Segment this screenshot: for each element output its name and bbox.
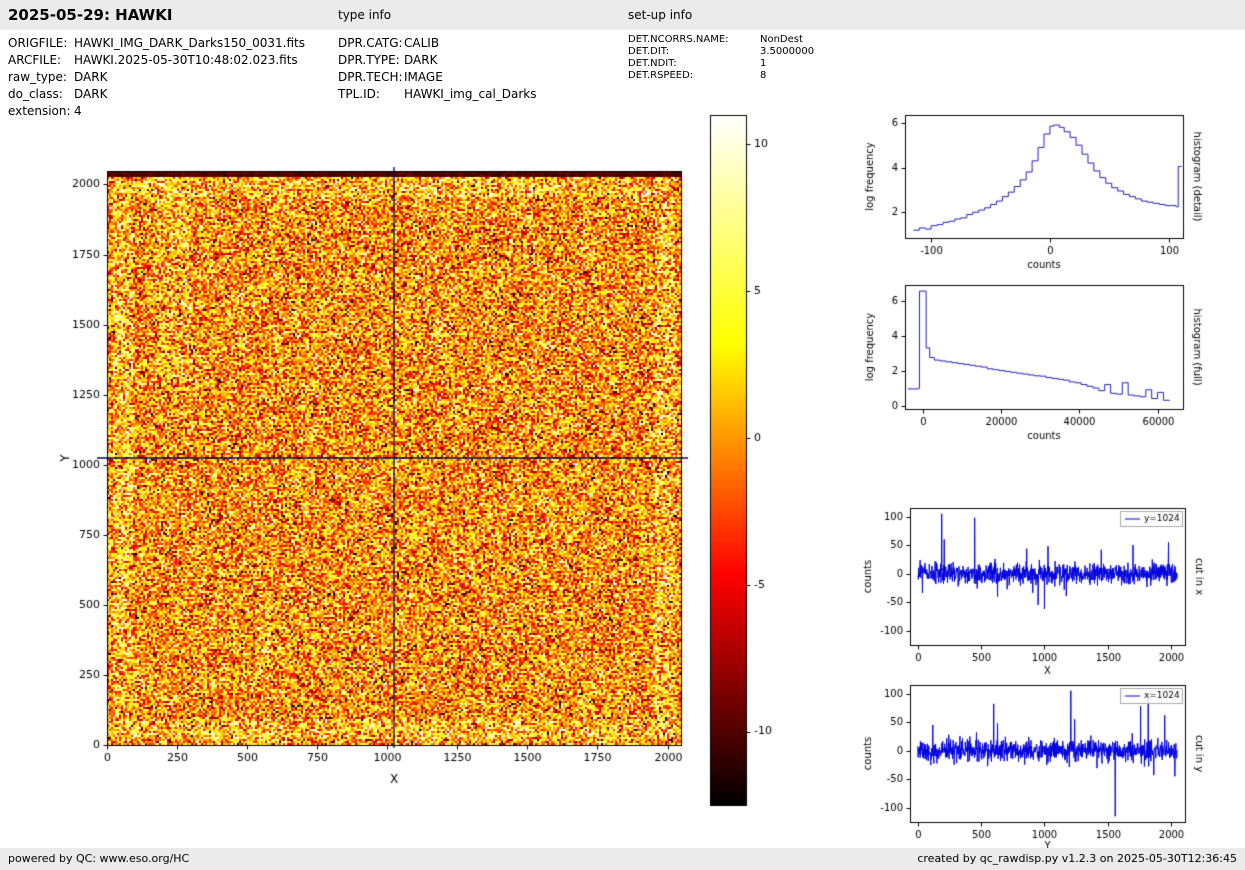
type-info-heading: type info (338, 8, 392, 22)
info-value: HAWKI.2025-05-30T10:48:02.023.fits (74, 53, 298, 67)
detector-image-canvas (30, 95, 720, 815)
info-label: DET.NDIT: (628, 58, 677, 69)
info-row-dpr-tech: DPR.TECH: IMAGE (338, 70, 537, 87)
info-label: DET.RSPEED: (628, 70, 694, 81)
info-row-rspeed: DET.RSPEED: 8 (628, 70, 814, 82)
info-value: CALIB (404, 36, 440, 50)
info-value: 1 (760, 58, 767, 69)
cut-in-x-canvas (855, 493, 1245, 683)
info-label: raw_type: (8, 70, 67, 84)
info-label: ARCFILE: (8, 53, 62, 67)
info-row-ncorrs: DET.NCORRS.NAME: NonDest (628, 34, 814, 46)
info-label: ORIGFILE: (8, 36, 68, 50)
info-row-arcfile: ARCFILE: HAWKI.2025-05-30T10:48:02.023.f… (8, 53, 305, 70)
histogram-detail-canvas (858, 98, 1245, 280)
info-label: DET.NCORRS.NAME: (628, 34, 729, 45)
info-label: DPR.TECH: (338, 70, 403, 84)
footer-bar: powered by QC: www.eso.org/HC created by… (0, 848, 1245, 870)
info-value: IMAGE (404, 70, 443, 84)
info-label: DPR.CATG: (338, 36, 403, 50)
setup-info-block: DET.NCORRS.NAME: NonDest DET.DIT: 3.5000… (628, 34, 814, 82)
info-value: DARK (404, 53, 438, 67)
page-title: 2025-05-29: HAWKI (8, 6, 173, 24)
info-value: NonDest (760, 34, 803, 45)
info-label: DPR.TYPE: (338, 53, 400, 67)
info-value: 8 (760, 70, 767, 81)
info-label: DET.DIT: (628, 46, 670, 57)
info-row-dit: DET.DIT: 3.5000000 (628, 46, 814, 58)
info-row-dpr-type: DPR.TYPE: DARK (338, 53, 537, 70)
header-bar: 2025-05-29: HAWKI type info set-up info (0, 0, 1245, 30)
info-value: HAWKI_IMG_DARK_Darks150_0031.fits (74, 36, 305, 50)
info-row-ndit: DET.NDIT: 1 (628, 58, 814, 70)
info-row-dpr-catg: DPR.CATG: CALIB (338, 36, 537, 53)
footer-powered-by: powered by QC: www.eso.org/HC (8, 852, 190, 865)
type-info-block: DPR.CATG: CALIB DPR.TYPE: DARK DPR.TECH:… (338, 36, 537, 104)
cut-in-y-canvas (855, 666, 1245, 856)
colorbar-canvas (695, 100, 795, 820)
info-row-rawtype: raw_type: DARK (8, 70, 305, 87)
info-value: 3.5000000 (760, 46, 815, 57)
histogram-full-canvas (858, 268, 1245, 453)
footer-created-by: created by qc_rawdisp.py v1.2.3 on 2025-… (917, 852, 1237, 865)
info-value: DARK (74, 70, 108, 84)
setup-info-heading: set-up info (628, 8, 693, 22)
info-row-origfile: ORIGFILE: HAWKI_IMG_DARK_Darks150_0031.f… (8, 36, 305, 53)
